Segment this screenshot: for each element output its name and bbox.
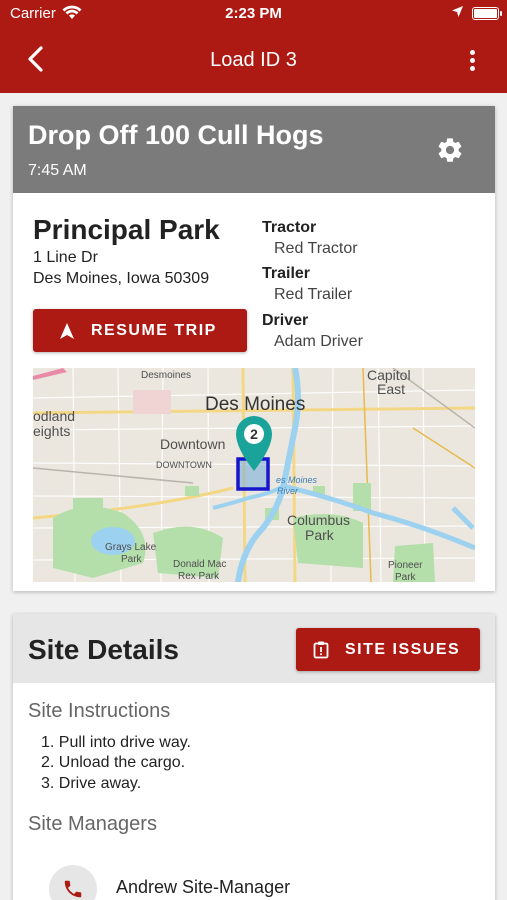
site-managers-title: Site Managers xyxy=(28,813,157,835)
call-manager-button[interactable] xyxy=(49,865,97,900)
trailer-value: Red Trailer xyxy=(274,286,353,303)
site-details-header: Site Details SITE ISSUES xyxy=(13,614,495,683)
load-card: Drop Off 100 Cull Hogs 7:45 AM Principal… xyxy=(13,106,495,591)
tractor-value: Red Tractor xyxy=(274,240,358,257)
top-app-bar: Carrier 2:23 PM Load ID 3 xyxy=(0,0,507,93)
map-label-desmoines-small: Desmoines xyxy=(141,370,191,381)
site-instructions-title: Site Instructions xyxy=(28,700,171,722)
address-line-1: 1 Line Dr xyxy=(33,249,98,266)
map-label-park: Park xyxy=(305,527,335,543)
battery-icon xyxy=(472,7,502,20)
map-view[interactable]: Desmoines Des Moines Capitol East odland… xyxy=(33,368,475,582)
site-details-card: Site Details SITE ISSUES Site Instructio… xyxy=(13,614,495,900)
more-options-icon[interactable] xyxy=(462,48,482,74)
map-label-des-moines: Des Moines xyxy=(205,394,305,415)
map-label-pioneer-park: Park xyxy=(395,572,417,582)
resume-trip-button[interactable]: RESUME TRIP xyxy=(33,309,247,352)
map-label-odland: odland xyxy=(33,408,75,424)
manager-name: Andrew Site-Manager xyxy=(116,877,291,897)
instruction-item: 2. Unload the cargo. xyxy=(41,754,186,771)
phone-icon xyxy=(64,880,82,898)
resume-trip-label: RESUME TRIP xyxy=(91,322,217,339)
map-label-river-1: es Moines xyxy=(276,475,318,485)
site-issues-button[interactable]: SITE ISSUES xyxy=(296,628,480,671)
driver-value: Adam Driver xyxy=(274,333,363,350)
instruction-item: 3. Drive away. xyxy=(41,775,142,792)
map-pin-number: 2 xyxy=(250,426,258,442)
load-time: 7:45 AM xyxy=(28,162,87,179)
clipboard-alert-icon xyxy=(313,641,329,659)
instruction-item: 1. Pull into drive way. xyxy=(41,734,191,751)
status-time: 2:23 PM xyxy=(225,5,282,22)
map-label-pioneer: Pioneer xyxy=(388,560,423,571)
site-details-title: Site Details xyxy=(28,634,179,665)
status-bar: Carrier 2:23 PM xyxy=(0,0,507,28)
map-label-columbus: Columbus xyxy=(287,512,350,528)
load-card-header: Drop Off 100 Cull Hogs 7:45 AM xyxy=(13,106,495,193)
map-label-eights: eights xyxy=(33,423,70,439)
map-label-downtown: Downtown xyxy=(160,436,225,452)
driver-label: Driver xyxy=(262,312,309,329)
map-label-rex-park: Rex Park xyxy=(178,571,220,582)
gear-icon[interactable] xyxy=(436,136,464,164)
nav-title: Load ID 3 xyxy=(210,49,297,71)
navigation-arrow-icon xyxy=(60,323,74,339)
map-label-east: East xyxy=(377,381,405,397)
tractor-label: Tractor xyxy=(262,219,317,236)
address-line-2: Des Moines, Iowa 50309 xyxy=(33,270,210,287)
map-label-grays-lake: Grays Lake xyxy=(105,542,157,553)
trailer-label: Trailer xyxy=(262,265,311,282)
map-label-downtown-caps: DOWNTOWN xyxy=(156,460,212,470)
map-label-donald-mac: Donald Mac xyxy=(173,559,226,570)
map-label-grays-park: Park xyxy=(121,554,143,565)
location-arrow-icon xyxy=(452,6,463,17)
map-label-river-2: River xyxy=(277,486,299,496)
site-issues-label: SITE ISSUES xyxy=(345,641,461,658)
load-title: Drop Off 100 Cull Hogs xyxy=(28,120,324,150)
location-name: Principal Park xyxy=(33,214,220,245)
